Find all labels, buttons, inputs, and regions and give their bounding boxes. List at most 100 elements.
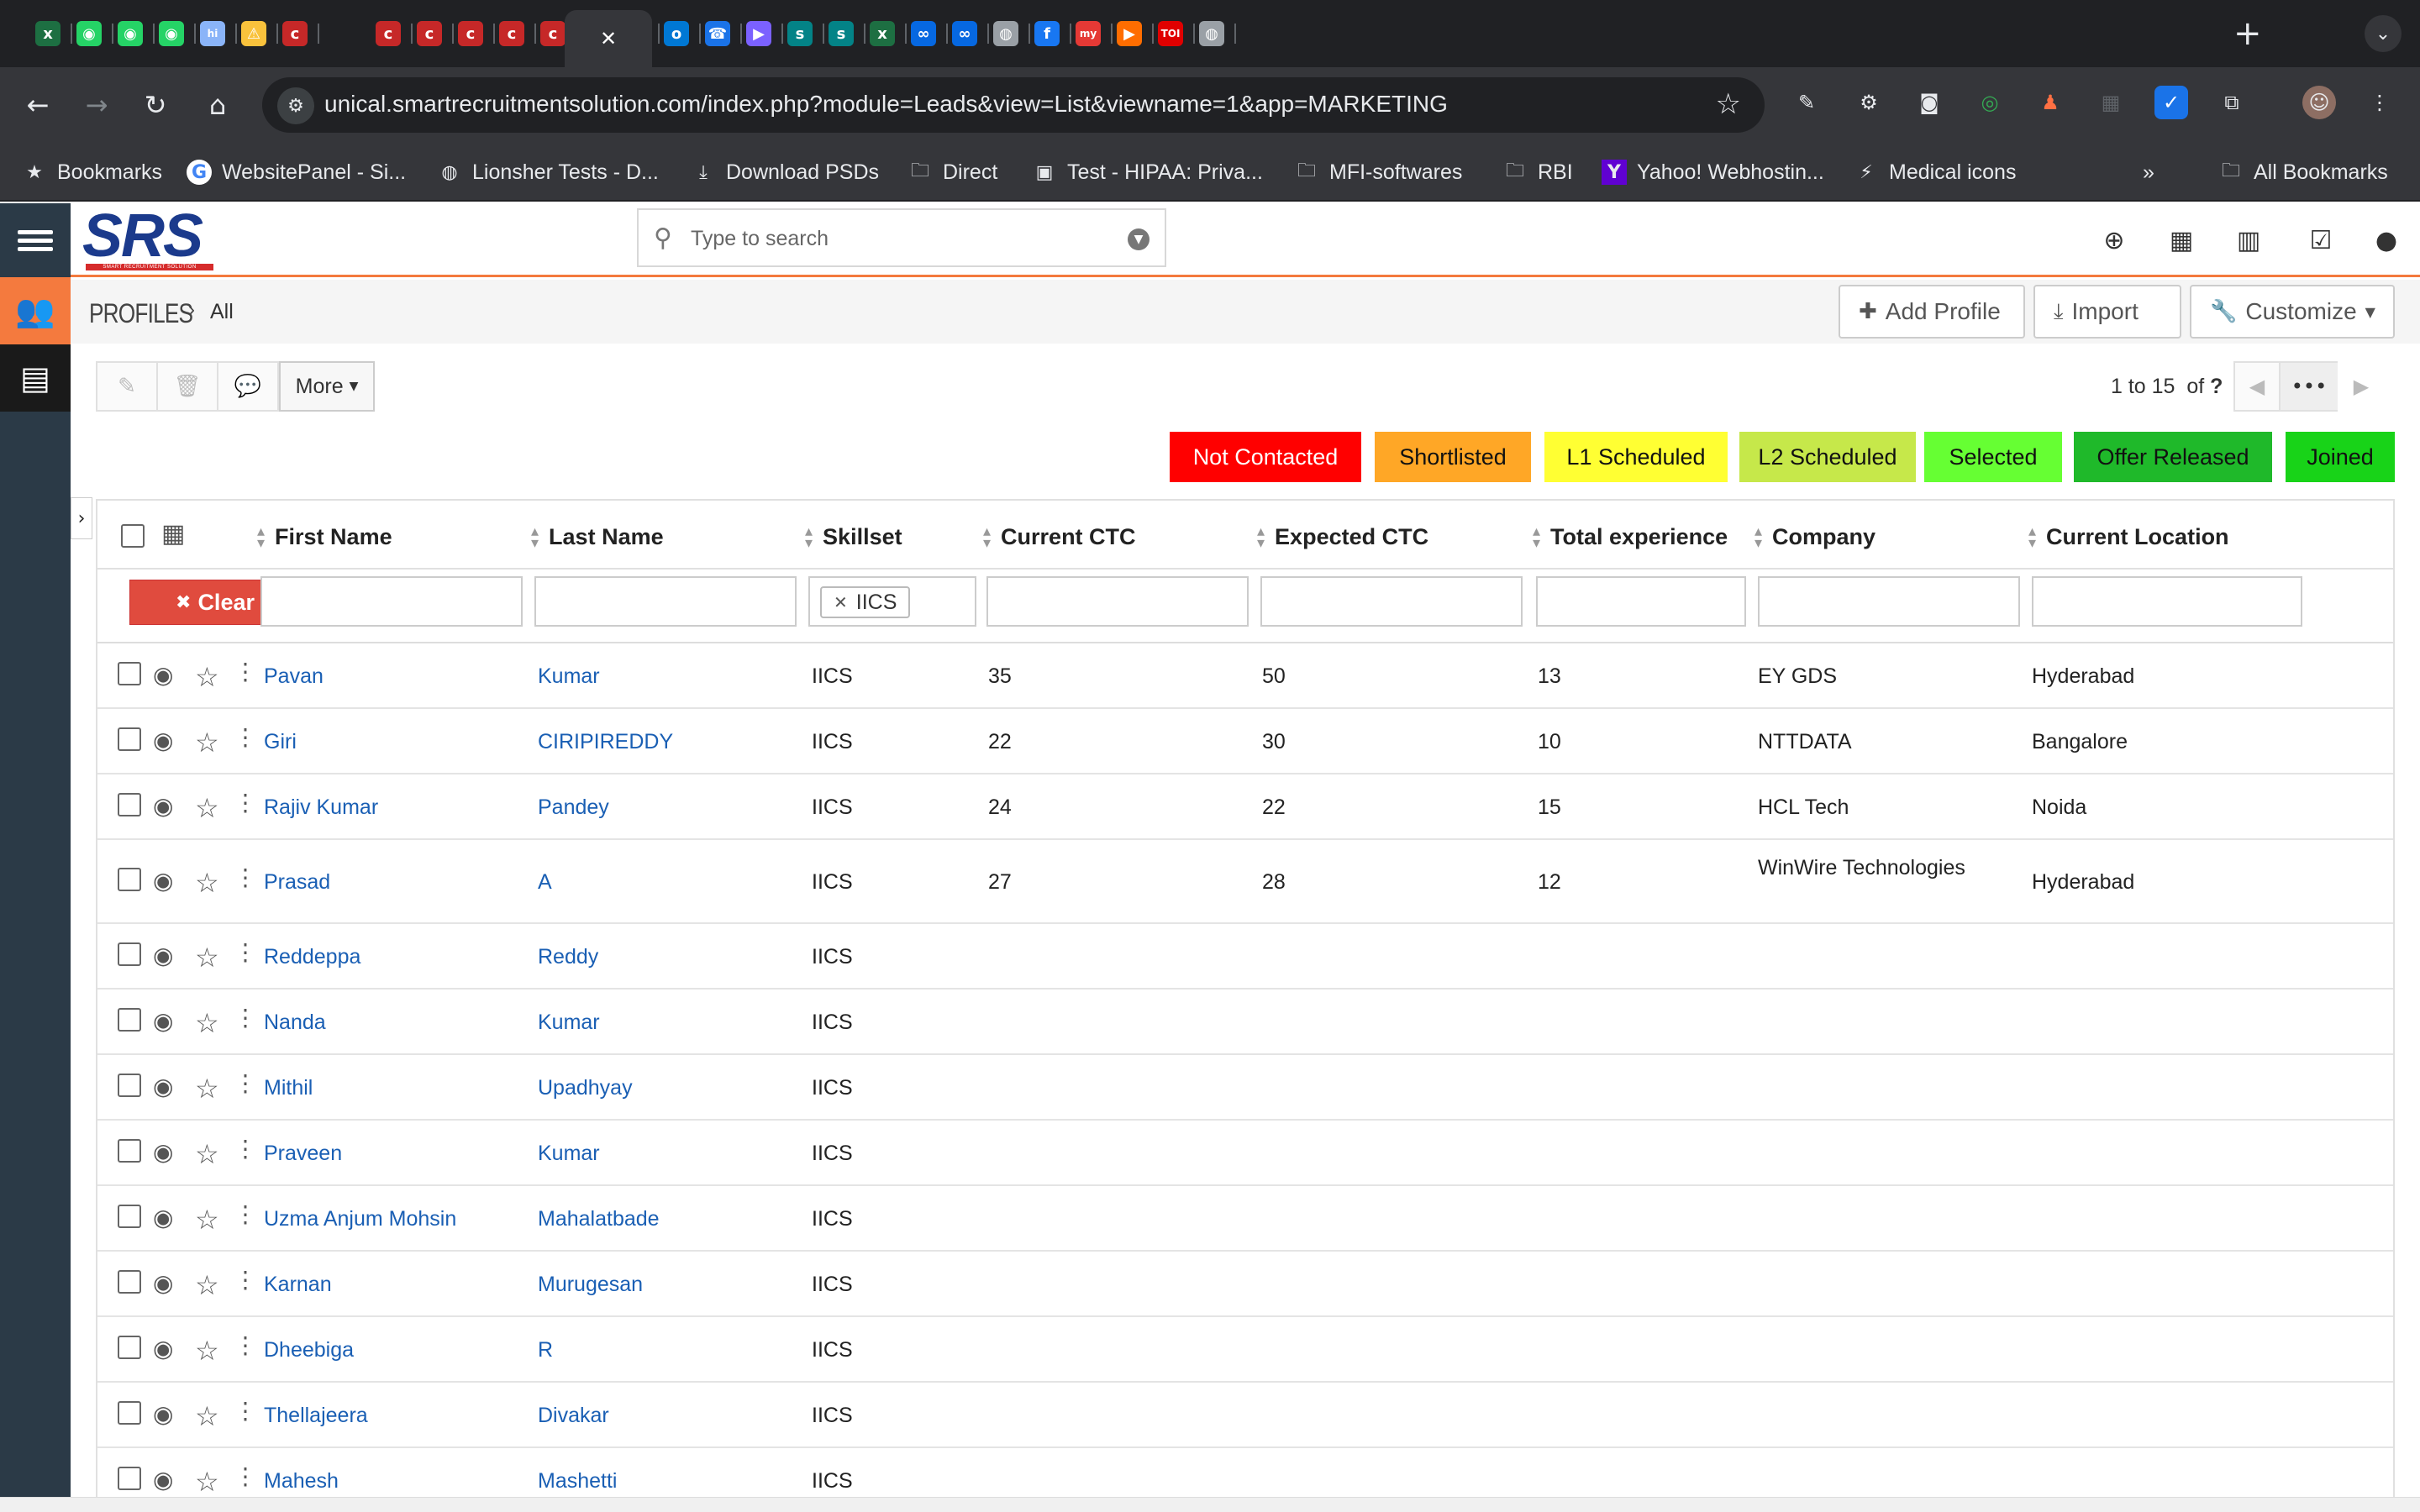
kebab-menu-icon[interactable]: ⋮ — [234, 1397, 257, 1425]
browser-tab[interactable]: c — [276, 10, 314, 57]
close-icon[interactable]: ✕ — [834, 592, 848, 612]
filter-input-current-ctc[interactable] — [986, 576, 1249, 627]
browser-tab[interactable]: x — [863, 10, 902, 57]
star-icon[interactable]: ☆ — [195, 1204, 219, 1236]
cell-first-name[interactable]: Karnan — [264, 1270, 332, 1299]
customize-button[interactable]: 🔧 Customize ▼ — [2190, 285, 2395, 339]
column-header-last-name[interactable]: ▴ ▾ Last Name — [531, 523, 664, 550]
search-input[interactable] — [691, 222, 1094, 255]
forward-icon[interactable]: → — [76, 84, 118, 126]
star-icon[interactable]: ☆ — [195, 1335, 219, 1367]
browser-tab[interactable]: ◉ — [152, 10, 191, 57]
menu-icon[interactable] — [0, 203, 71, 277]
column-header-first-name[interactable]: ▴ ▾ First Name — [257, 523, 392, 550]
row-checkbox[interactable] — [118, 793, 141, 816]
eye-icon[interactable]: ◉ — [153, 661, 173, 689]
chart-icon[interactable]: ▥ — [2230, 222, 2267, 259]
kebab-menu-icon[interactable]: ⋮ — [234, 1135, 257, 1163]
eye-icon[interactable]: ◉ — [153, 1204, 173, 1231]
cell-first-name[interactable]: Dheebiga — [264, 1336, 354, 1364]
module-title[interactable]: PROFILES — [89, 298, 193, 329]
cell-last-name[interactable]: Kumar — [538, 662, 600, 690]
browser-tab[interactable]: ☎ — [698, 10, 737, 57]
table-row[interactable]: ◉ ☆ ⋮ Giri CIRIPIREDDY IICS 22 30 10 NTTDATA Banga… — [97, 709, 2393, 774]
srs-logo[interactable]: SRS SMART RECRUITMENT SOLUTION — [82, 206, 217, 272]
browser-tab[interactable]: c — [451, 10, 490, 57]
chevron-down-icon[interactable]: ▼ — [1128, 228, 1150, 250]
eye-off-extension-icon[interactable]: ◎ — [1973, 86, 2007, 119]
eye-icon[interactable]: ◉ — [153, 1466, 173, 1494]
eye-icon[interactable]: ◉ — [153, 1138, 173, 1166]
cell-last-name[interactable]: Kumar — [538, 1139, 600, 1168]
cell-first-name[interactable]: Reddeppa — [264, 942, 360, 971]
kebab-menu-icon[interactable]: ⋮ — [234, 1069, 257, 1097]
address-bar[interactable]: ⚙ unical.smartrecruitmentsolution.com/in… — [262, 77, 1765, 133]
table-row[interactable]: ◉ ☆ ⋮ Mahesh Mashetti IICS — [97, 1448, 2393, 1497]
browser-tab[interactable]: ◉ — [111, 10, 150, 57]
filter-input-first-name[interactable] — [260, 576, 523, 627]
browser-tab[interactable]: ∞ — [945, 10, 984, 57]
bookmark-item[interactable]: ★ Bookmarks — [22, 158, 162, 186]
star-icon[interactable]: ☆ — [195, 727, 219, 759]
filter-input-expected-ctc[interactable] — [1260, 576, 1523, 627]
browser-tab[interactable]: x — [29, 10, 67, 57]
bookmark-item[interactable]: ⤓ Download PSDs — [691, 158, 879, 186]
eye-icon[interactable]: ◉ — [153, 792, 173, 820]
row-checkbox[interactable] — [118, 662, 141, 685]
bookmark-item[interactable]: ◍ Lionsher Tests - D... — [437, 158, 658, 186]
check-extension-icon[interactable]: ✓ — [2154, 86, 2188, 119]
kebab-menu-icon[interactable]: ⋮ — [234, 658, 257, 685]
star-icon[interactable]: ☆ — [195, 1007, 219, 1039]
skillset-filter-chip[interactable]: ✕ IICS — [820, 586, 911, 618]
star-icon[interactable]: ☆ — [195, 942, 219, 974]
star-icon[interactable]: ☆ — [195, 1138, 219, 1170]
chrome-menu-icon[interactable]: ⋮ — [2363, 86, 2396, 119]
row-checkbox[interactable] — [118, 1008, 141, 1032]
star-icon[interactable]: ☆ — [195, 1269, 219, 1301]
table-row[interactable]: ◉ ☆ ⋮ Praveen Kumar IICS — [97, 1121, 2393, 1186]
row-checkbox[interactable] — [118, 1467, 141, 1490]
filter-input-company[interactable] — [1758, 576, 2020, 627]
reload-icon[interactable]: ↻ — [134, 84, 176, 126]
table-row[interactable]: ◉ ☆ ⋮ Nanda Kumar IICS — [97, 990, 2393, 1055]
filter-input-skillset[interactable]: ✕ IICS — [808, 576, 976, 627]
cell-last-name[interactable]: Mahalatbade — [538, 1205, 660, 1233]
user-icon[interactable]: ● — [2368, 222, 2405, 259]
column-header-company[interactable]: ▴ ▾ Company — [1754, 523, 1876, 550]
row-checkbox[interactable] — [118, 1074, 141, 1097]
cell-last-name[interactable]: R — [538, 1336, 553, 1364]
eye-icon[interactable]: ◉ — [153, 1007, 173, 1035]
browser-tab[interactable]: ◍ — [1192, 10, 1231, 57]
add-profile-button[interactable]: ✚ Add Profile — [1839, 285, 2025, 339]
cell-last-name[interactable]: Upadhyay — [538, 1074, 633, 1102]
plus-circle-icon[interactable]: ⊕ — [2096, 222, 2133, 259]
cell-first-name[interactable]: Thellajeera — [264, 1401, 368, 1430]
more-bookmarks-button[interactable]: » — [2143, 158, 2154, 186]
browser-tab[interactable]: o — [657, 10, 696, 57]
tasks-icon[interactable]: ☑ — [2302, 222, 2339, 259]
chevron-right-icon[interactable]: › — [71, 497, 92, 539]
cell-last-name[interactable]: A — [538, 868, 552, 896]
next-page-icon[interactable]: ▶ — [2338, 361, 2385, 412]
cell-last-name[interactable]: Reddy — [538, 942, 598, 971]
cell-last-name[interactable]: Kumar — [538, 1008, 600, 1037]
active-browser-tab[interactable]: ✕ — [565, 10, 652, 67]
grid-extension-icon[interactable]: ▦ — [2094, 86, 2128, 119]
eye-icon[interactable]: ◉ — [153, 867, 173, 895]
bookmark-item[interactable]: 🗀 RBI — [1502, 158, 1573, 186]
table-row[interactable]: ◉ ☆ ⋮ Mithil Upadhyay IICS — [97, 1055, 2393, 1121]
cell-last-name[interactable]: Murugesan — [538, 1270, 643, 1299]
table-row[interactable]: ◉ ☆ ⋮ Uzma Anjum Mohsin Mahalatbade IICS — [97, 1186, 2393, 1252]
row-checkbox[interactable] — [118, 1205, 141, 1228]
puzzle-extensions-icon[interactable]: ⧉ — [2215, 86, 2249, 119]
cell-first-name[interactable]: Nanda — [264, 1008, 326, 1037]
bookmark-star-icon[interactable]: ☆ — [1716, 87, 1741, 121]
all-bookmarks-button[interactable]: 🗀 All Bookmarks — [2218, 158, 2388, 186]
table-row[interactable]: ◉ ☆ ⋮ Dheebiga R IICS — [97, 1317, 2393, 1383]
browser-tab[interactable]: ◍ — [986, 10, 1025, 57]
kebab-menu-icon[interactable]: ⋮ — [234, 1266, 257, 1294]
browser-tab[interactable]: c — [492, 10, 531, 57]
kebab-menu-icon[interactable]: ⋮ — [234, 864, 257, 891]
bookmark-item[interactable]: ▣ Test - HIPAA: Priva... — [1032, 158, 1263, 186]
row-checkbox[interactable] — [118, 1401, 141, 1425]
